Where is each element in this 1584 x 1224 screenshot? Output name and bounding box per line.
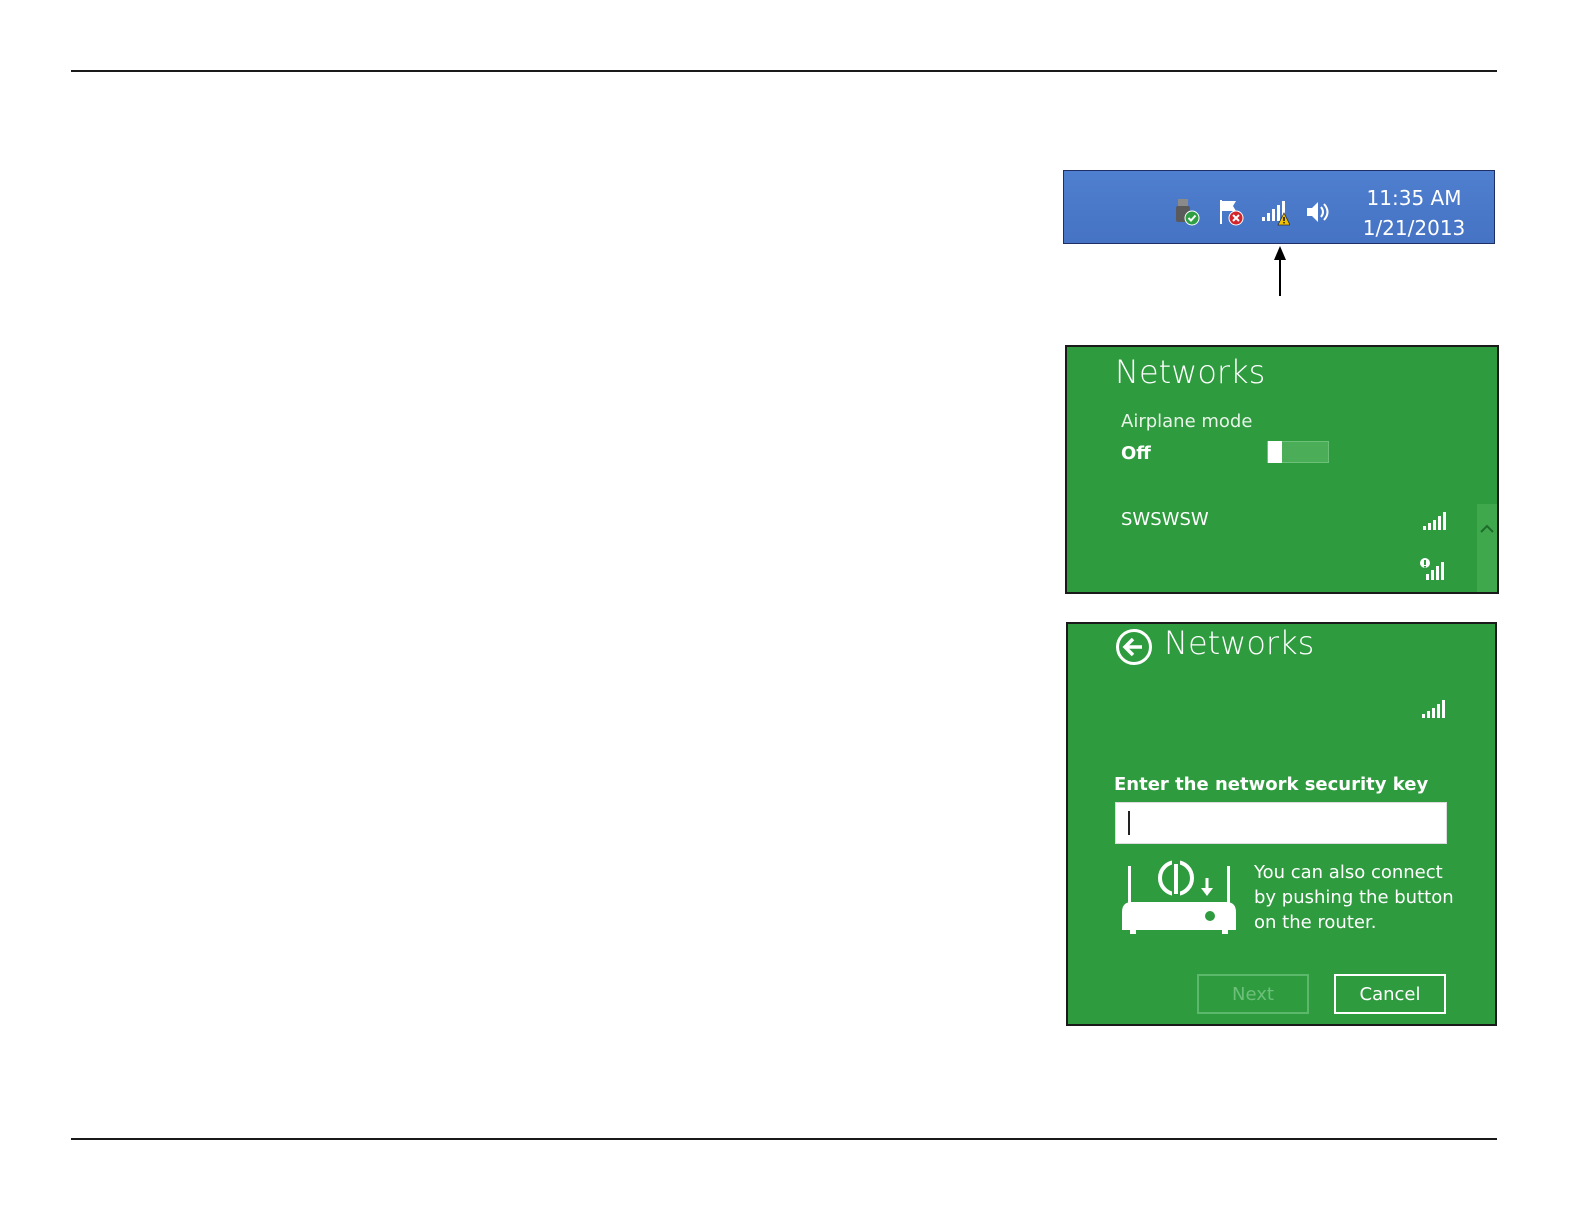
wifi-signal-icon [1421, 510, 1449, 532]
action-center-flag-icon[interactable] [1216, 197, 1246, 227]
chevron-up-icon [1480, 524, 1494, 533]
network-warning-icon[interactable] [1260, 197, 1291, 227]
usb-safe-remove-icon[interactable] [1172, 197, 1202, 227]
footer-rule [71, 1138, 1497, 1140]
airplane-mode-label: Airplane mode [1121, 411, 1253, 432]
networks-title: Networks [1164, 624, 1315, 662]
network-list-scrollbar[interactable] [1477, 504, 1497, 592]
clock-time: 11:35 AM [1366, 186, 1462, 210]
airplane-mode-state: Off [1121, 443, 1151, 464]
callout-arrow [1272, 246, 1288, 296]
wifi-signal-icon [1420, 698, 1448, 720]
router-wps-icon [1120, 856, 1238, 936]
back-arrow-icon[interactable] [1115, 628, 1153, 666]
security-key-label: Enter the network security key [1114, 774, 1429, 795]
networks-panel: Networks Airplane mode Off SWSWSW [1065, 345, 1499, 594]
network-connect-panel: Networks Enter the network security key … [1066, 622, 1497, 1026]
clock-date: 1/21/2013 [1362, 216, 1466, 240]
header-rule [71, 70, 1497, 72]
toggle-knob [1268, 441, 1282, 463]
security-key-input[interactable] [1115, 802, 1447, 844]
speaker-icon[interactable] [1304, 197, 1334, 227]
wps-hint-text: You can also connect by pushing the butt… [1254, 862, 1454, 933]
system-clock[interactable]: 11:35 AM 1/21/2013 [1354, 183, 1474, 243]
text-caret [1128, 811, 1130, 835]
networks-title: Networks [1115, 353, 1266, 391]
cancel-button[interactable]: Cancel [1334, 974, 1446, 1014]
unsecured-wifi-signal-icon[interactable] [1419, 558, 1447, 580]
network-list-item-name[interactable]: SWSWSW [1121, 509, 1209, 530]
airplane-mode-toggle[interactable] [1267, 441, 1329, 463]
next-button[interactable]: Next [1197, 974, 1309, 1014]
taskbar-notification-area: 11:35 AM 1/21/2013 [1063, 170, 1495, 244]
